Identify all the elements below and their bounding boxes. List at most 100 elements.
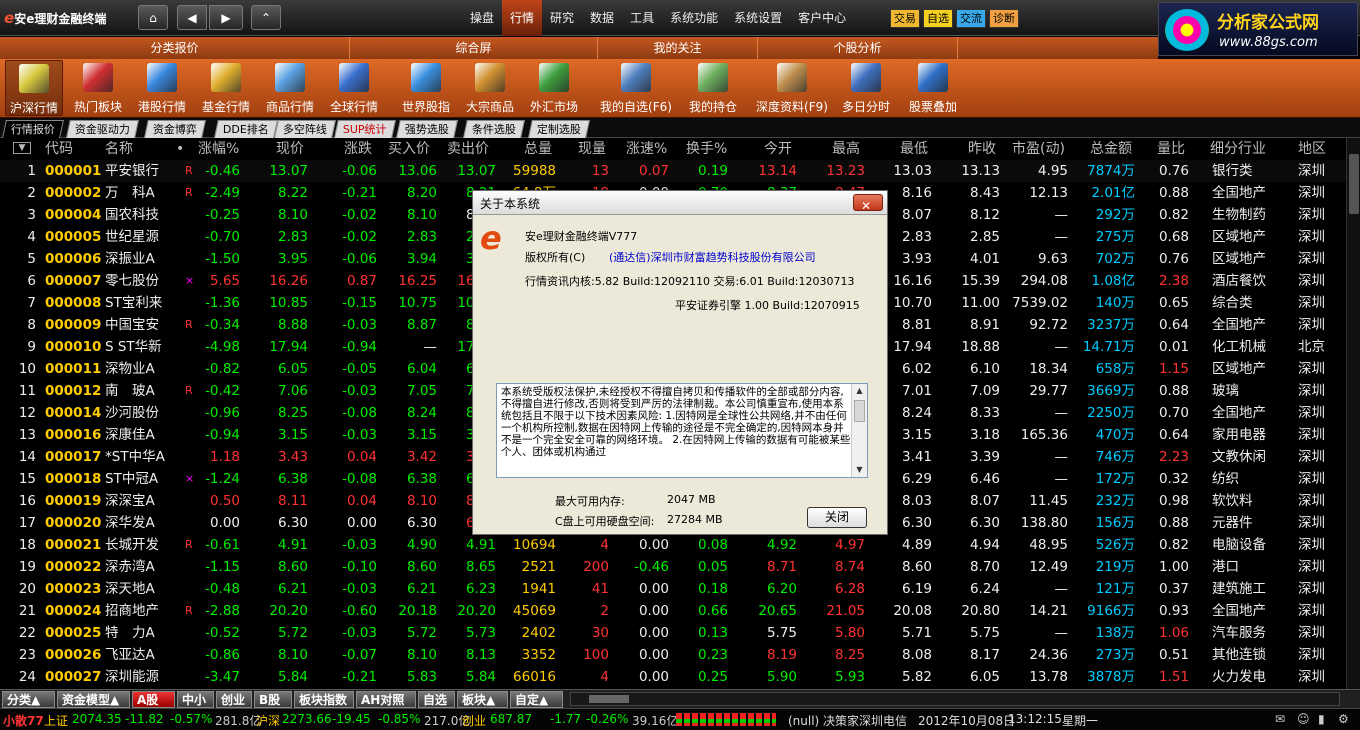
tab-4[interactable]: 多空阵线 (274, 120, 336, 138)
column-header-2[interactable]: • (176, 138, 184, 160)
signal-icon[interactable]: ▮ (1318, 712, 1325, 726)
bottom-tab-7[interactable]: AH对照 (356, 691, 416, 708)
h-scroll-thumb[interactable] (589, 695, 629, 703)
vertical-scrollbar[interactable] (1346, 138, 1360, 689)
column-header-1[interactable]: 名称 (105, 138, 133, 160)
table-row[interactable]: 23 000026 飞亚达A -0.86 8.10 -0.07 8.10 8.13 3352 10… (0, 644, 1346, 666)
settings-icon[interactable]: ⚙ (1338, 712, 1349, 726)
bottom-tab-1[interactable]: 资金模型▲ (57, 691, 130, 708)
back-button[interactable]: ◀ (177, 5, 207, 30)
horizontal-scrollbar[interactable] (570, 692, 1340, 706)
column-header-6[interactable]: 买入价 (388, 138, 430, 160)
menu-item-4[interactable]: 工具 (622, 0, 662, 36)
dialog-company-link[interactable]: (通达信)深圳市财富趋势科技股份有限公司 (609, 249, 816, 265)
quick-button-3[interactable]: 诊断 (989, 9, 1019, 28)
bottom-tab-4[interactable]: 创业 (216, 691, 252, 708)
column-header-3[interactable]: 涨幅% (198, 138, 239, 160)
tab-0[interactable]: 行情报价 (2, 120, 64, 138)
scroll-down-icon[interactable]: ▼ (854, 465, 865, 475)
menu-item-1[interactable]: 行情 (502, 0, 543, 36)
toolbar-button-3[interactable]: 基金行情 (195, 60, 257, 116)
tab-3[interactable]: DDE排名 (214, 120, 278, 138)
table-row[interactable]: 22 000025 特 力A -0.52 5.72 -0.03 5.72 5.73 2402 30… (0, 622, 1346, 644)
column-header-11[interactable]: 换手% (686, 138, 727, 160)
column-header-9[interactable]: 现量 (578, 138, 606, 160)
bottom-tab-5[interactable]: B股 (254, 691, 292, 708)
tab-7[interactable]: 条件选股 (463, 120, 525, 138)
tab-6[interactable]: 强势选股 (396, 120, 458, 138)
user-icon[interactable]: ☺ (1297, 712, 1310, 726)
menu-item-5[interactable]: 系统功能 (662, 0, 726, 36)
toolbar-button-7[interactable]: 大宗商品 (459, 60, 521, 116)
bottom-tab-9[interactable]: 板块▲ (457, 691, 508, 708)
sort-icon[interactable]: ▼ (13, 142, 31, 154)
bottom-tab-6[interactable]: 板块指数 (294, 691, 354, 708)
tab-1[interactable]: 资金驱动力 (66, 120, 139, 138)
column-header-14[interactable]: 最低 (900, 138, 928, 160)
column-header-10[interactable]: 涨速% (626, 138, 667, 160)
toolbar-button-9[interactable]: 我的自选(F6) (593, 60, 679, 116)
column-header-4[interactable]: 现价 (276, 138, 304, 160)
forward-button[interactable]: ▶ (209, 5, 243, 30)
legal-text-box[interactable]: 本系统受版权法保护,未经授权不得擅自拷贝和传播软件的全部或部分内容,不得擅自进行… (496, 383, 868, 478)
table-row[interactable]: 20 000023 深天地A -0.48 6.21 -0.03 6.21 6.23 1941 41… (0, 578, 1346, 600)
column-header-19[interactable]: 细分行业 (1210, 138, 1266, 160)
menu-item-7[interactable]: 客户中心 (790, 0, 854, 36)
table-row[interactable]: 1 000001 平安银行 R -0.46 13.07 -0.06 13.06 13.07 599… (0, 160, 1346, 182)
cell-col-1: 000007 (45, 273, 102, 289)
legal-scrollbar[interactable]: ▲ ▼ (851, 384, 867, 477)
bottom-tab-8[interactable]: 自选 (418, 691, 455, 708)
quick-button-2[interactable]: 交流 (956, 9, 986, 28)
cell-col-7: 7.05 (406, 383, 437, 399)
scroll-thumb[interactable] (1349, 154, 1359, 214)
column-header-12[interactable]: 今开 (764, 138, 792, 160)
menu-item-2[interactable]: 研究 (542, 0, 582, 36)
column-header-20[interactable]: 地区 (1298, 138, 1326, 160)
toolbar-button-1[interactable]: 热门板块 (67, 60, 129, 116)
table-row[interactable]: 18 000021 长城开发 R -0.61 4.91 -0.03 4.90 4.91 10694… (0, 534, 1346, 556)
legal-scroll-thumb[interactable] (854, 400, 865, 422)
toolbar-button-6[interactable]: 世界股指 (395, 60, 457, 116)
bottom-tab-10[interactable]: 自定▲ (510, 691, 563, 708)
menu-item-6[interactable]: 系统设置 (726, 0, 790, 36)
column-header-17[interactable]: 总金额 (1090, 138, 1132, 160)
quick-button-1[interactable]: 自选 (923, 9, 953, 28)
toolbar-button-5[interactable]: 全球行情 (323, 60, 385, 116)
bottom-tab-2[interactable]: A股 (132, 691, 175, 708)
dialog-ok-button[interactable]: 关闭 (807, 507, 867, 528)
menu-item-3[interactable]: 数据 (582, 0, 622, 36)
toolbar-button-8[interactable]: 外汇市场 (523, 60, 585, 116)
toolbar-button-10[interactable]: 我的持仓 (681, 60, 745, 116)
dialog-close-button[interactable]: ✕ (853, 194, 883, 213)
table-row[interactable]: 19 000022 深赤湾A -1.15 8.60 -0.10 8.60 8.65 2521 20… (0, 556, 1346, 578)
column-header-5[interactable]: 涨跌 (344, 138, 372, 160)
column-header-7[interactable]: 卖出价 (447, 138, 489, 160)
scroll-up-icon[interactable]: ▲ (854, 386, 865, 396)
column-header-0[interactable]: 代码 (45, 138, 73, 160)
cell-col-13: 6.20 (766, 581, 797, 597)
tab-5[interactable]: SUP统计 (334, 120, 396, 138)
toolbar-button-0[interactable]: 沪深行情 (5, 60, 63, 116)
home-button[interactable]: ⌂ (138, 5, 168, 30)
bottom-tab-3[interactable]: 中小 (177, 691, 214, 708)
toolbar-button-12[interactable]: 多日分时 (835, 60, 897, 116)
column-header-15[interactable]: 昨收 (968, 138, 996, 160)
column-header-13[interactable]: 最高 (832, 138, 860, 160)
cell-col-5: 6.21 (277, 581, 308, 597)
toolbar-button-4[interactable]: 商品行情 (259, 60, 321, 116)
tab-2[interactable]: 资金博弈 (144, 120, 206, 138)
table-row[interactable]: 21 000024 招商地产 R -2.88 20.20 -0.60 20.18 20.20 45… (0, 600, 1346, 622)
bottom-tab-0[interactable]: 分类▲ (2, 691, 55, 708)
tab-8[interactable]: 定制选股 (528, 120, 590, 138)
collapse-button[interactable]: ⌃ (251, 5, 281, 30)
toolbar-button-2[interactable]: 港股行情 (131, 60, 193, 116)
column-header-16[interactable]: 市盈(动) (1012, 138, 1065, 160)
column-header-8[interactable]: 总量 (524, 138, 552, 160)
menu-item-0[interactable]: 操盘 (462, 0, 502, 36)
quick-button-0[interactable]: 交易 (890, 9, 920, 28)
toolbar-button-13[interactable]: 股票叠加 (901, 60, 965, 116)
table-row[interactable]: 24 000027 深圳能源 -3.47 5.84 -0.21 5.83 5.84 66016 4… (0, 666, 1346, 688)
toolbar-button-11[interactable]: 深度资料(F9) (751, 60, 833, 116)
column-header-18[interactable]: 量比 (1157, 138, 1185, 160)
mail-icon[interactable]: ✉ (1275, 712, 1285, 726)
